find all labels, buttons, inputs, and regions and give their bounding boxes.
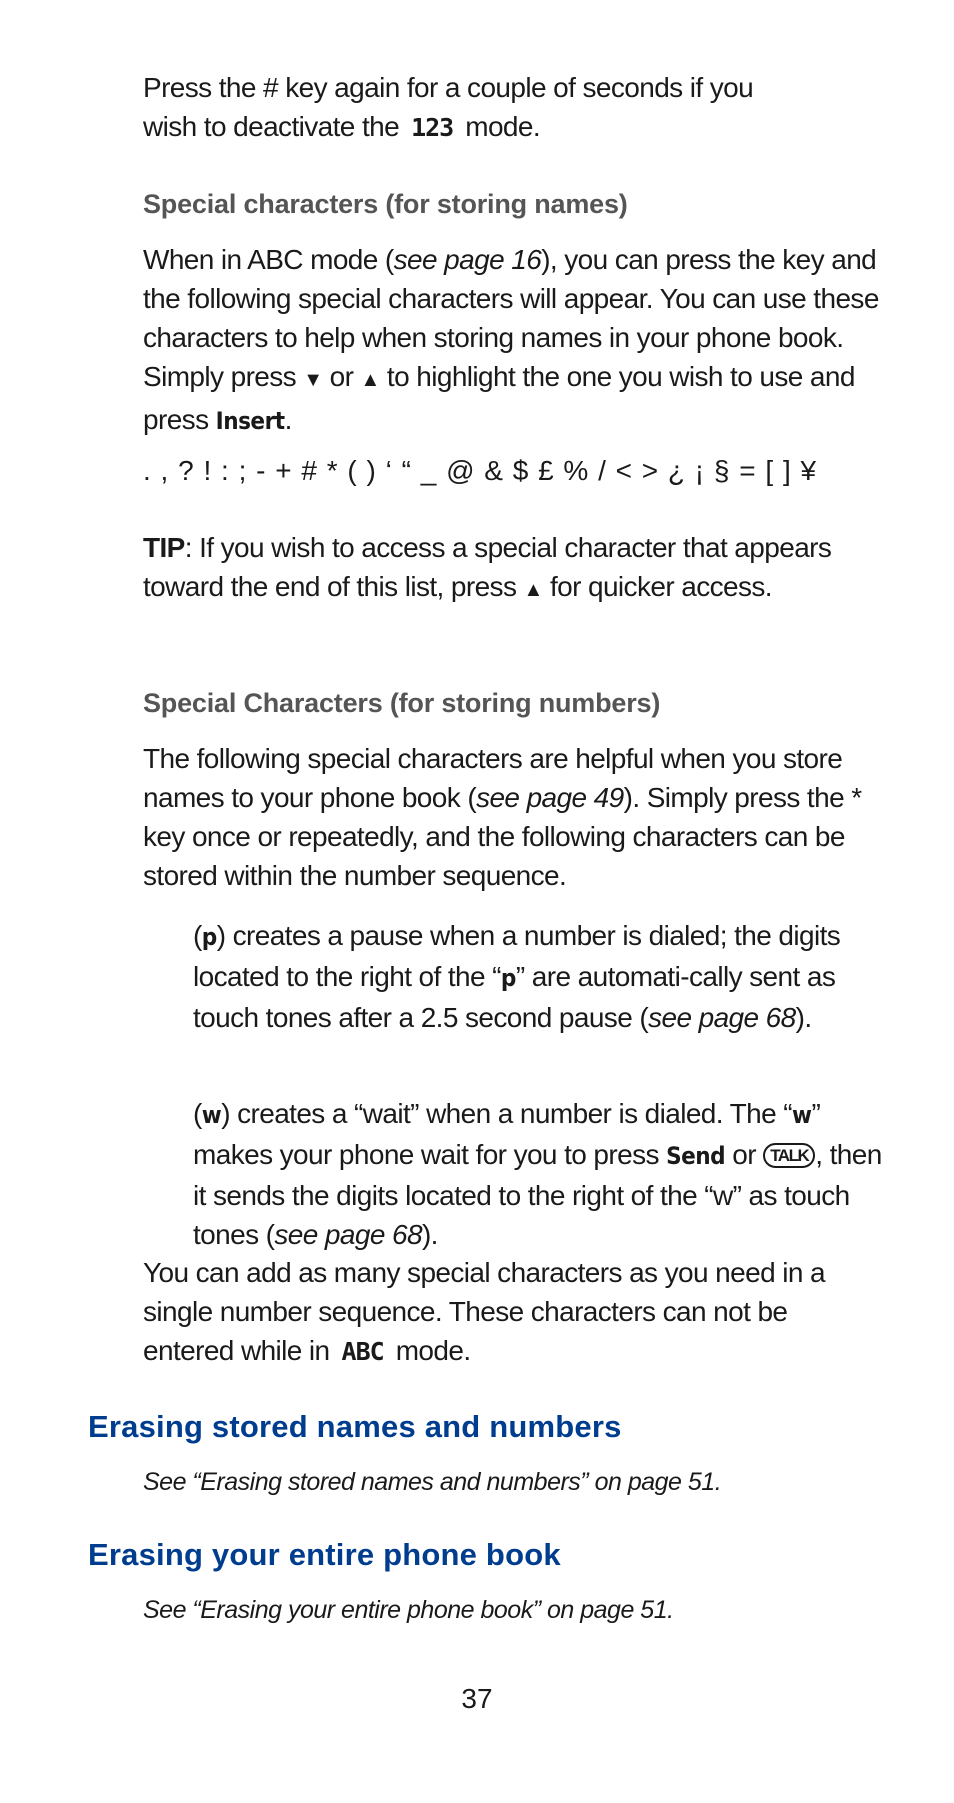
sub-heading-names: Special characters (for storing names)	[143, 189, 628, 219]
intro-text: wish to deactivate the	[143, 111, 400, 142]
pause-char: p	[201, 923, 217, 951]
body-text: ).	[421, 1219, 439, 1250]
body-text: ) creates a “wait” when a number is dial…	[221, 1098, 792, 1129]
up-arrow-icon: ▲	[523, 579, 544, 601]
body-text: or	[732, 1139, 756, 1170]
numbers-paragraph: The following special characters are hel…	[143, 739, 883, 895]
page-reference: see page 16	[393, 244, 542, 275]
intro-text: Press the # key again for a couple of se…	[143, 72, 754, 103]
intro-paragraph: Press the # key again for a couple of se…	[143, 68, 883, 147]
numeric-mode-icon: 123	[411, 113, 454, 142]
body-text: ).	[795, 1002, 813, 1033]
body-text: (	[193, 920, 202, 951]
pause-character-item: (p) creates a pause when a number is dia…	[193, 916, 893, 1037]
insert-softkey-label: Insert	[215, 407, 285, 435]
abc-mode-icon: ABC	[341, 1337, 385, 1366]
body-text: mode.	[395, 1335, 471, 1366]
page-reference: see page 68	[648, 1002, 796, 1033]
page-reference: see page 68	[274, 1219, 422, 1250]
page-reference: see page 49	[476, 782, 624, 813]
intro-text: mode.	[465, 111, 541, 142]
send-softkey-label: Send	[666, 1142, 726, 1170]
page-number: 37	[461, 1683, 493, 1714]
heading-erasing-stored-names: Erasing stored names and numbers	[88, 1409, 622, 1444]
body-text: (	[193, 1098, 202, 1129]
closing-paragraph: You can add as many special characters a…	[143, 1253, 883, 1371]
body-text: for quicker access.	[549, 571, 773, 602]
names-paragraph: When in ABC mode (see page 16), you can …	[143, 240, 883, 441]
pause-char: p	[500, 964, 516, 992]
wait-character-item: (w) creates a “wait” when a number is di…	[193, 1094, 893, 1254]
heading-erasing-phone-book: Erasing your entire phone book	[88, 1537, 561, 1572]
up-arrow-icon: ▲	[360, 369, 381, 391]
body-text: When in ABC mode (	[143, 244, 394, 275]
manual-page: Press the # key again for a couple of se…	[0, 0, 954, 1803]
special-characters-list: . , ? ! : ; - + # * ( ) ‘ “ _ @ & $ £ % …	[143, 455, 818, 486]
wait-char: w	[201, 1101, 222, 1129]
talk-key-icon: TALK	[763, 1143, 816, 1168]
wait-char: w	[791, 1101, 812, 1129]
tip-label: TIP	[143, 532, 185, 563]
sub-heading-numbers: Special Characters (for storing numbers)	[143, 688, 661, 718]
body-text: You can add as many special characters a…	[143, 1257, 826, 1366]
down-arrow-icon: ▼	[303, 369, 323, 391]
xref-erasing-phone-book: See “Erasing your entire phone book” on …	[143, 1596, 674, 1624]
tip-paragraph: TIP: If you wish to access a special cha…	[143, 528, 883, 610]
xref-erasing-stored-names: See “Erasing stored names and numbers” o…	[143, 1468, 722, 1496]
body-text: or	[329, 361, 354, 392]
body-text: .	[284, 404, 293, 435]
